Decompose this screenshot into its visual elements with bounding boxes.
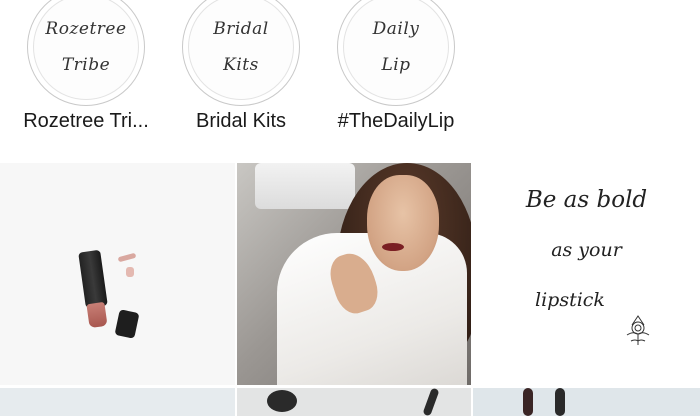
highlight-cover[interactable]: Daily Lip (337, 0, 455, 106)
lips (382, 243, 404, 251)
highlight-bridal-kits[interactable]: Bridal Kits Bridal Kits (166, 0, 316, 133)
highlight-rozetree-tribe[interactable]: Rozetree Tribe Rozetree Tri... (11, 0, 161, 133)
post-thumbnail[interactable] (0, 388, 235, 416)
post-thumbnail[interactable] (473, 388, 700, 416)
photo-detail (267, 390, 297, 412)
face (367, 175, 439, 271)
lipstick-tube (523, 388, 533, 416)
post-thumbnail-quote[interactable]: Be as bold as your lipstick (473, 163, 700, 385)
highlight-cover[interactable]: Rozetree Tribe (27, 0, 145, 106)
highlight-label[interactable]: Rozetree Tri... (11, 110, 161, 133)
post-thumbnail-lipstick[interactable] (0, 163, 235, 385)
lipstick-tube (78, 249, 108, 309)
lipstick-swatch (117, 252, 137, 263)
highlight-label[interactable]: Bridal Kits (166, 110, 316, 133)
post-thumbnail-portrait[interactable] (237, 163, 471, 385)
white-robe (277, 233, 467, 385)
highlight-cover[interactable]: Bridal Kits (182, 0, 300, 106)
lipstick-bullet (86, 301, 108, 329)
quote-line: as your (551, 239, 622, 261)
post-thumbnail[interactable] (237, 388, 471, 416)
story-highlights-row: Rozetree Tribe Rozetree Tri... Bridal Ki… (0, 0, 700, 160)
highlight-cover-image: Rozetree Tribe (33, 0, 139, 100)
rose-icon (626, 315, 650, 345)
lipstick-swatch (126, 267, 134, 277)
cover-text-line: Tribe (61, 55, 111, 75)
towel (255, 163, 355, 209)
highlight-the-daily-lip[interactable]: Daily Lip #TheDailyLip (321, 0, 471, 133)
lipstick-cap (114, 309, 140, 339)
photo-detail (422, 388, 440, 416)
quote-text: Be as bold as your lipstick (473, 181, 700, 311)
cover-text-line: Bridal (213, 19, 269, 39)
quote-line: lipstick (535, 289, 605, 311)
cover-text-line: Rozetree (45, 19, 127, 39)
lipstick-tube (555, 388, 565, 416)
cover-text-line: Lip (381, 55, 411, 75)
cover-text-line: Kits (223, 55, 259, 75)
quote-line: Be as bold (525, 187, 648, 213)
highlight-cover-image: Daily Lip (343, 0, 449, 100)
highlight-cover-image: Bridal Kits (188, 0, 294, 100)
highlight-label[interactable]: #TheDailyLip (321, 110, 471, 133)
cover-text-line: Daily (372, 19, 420, 39)
